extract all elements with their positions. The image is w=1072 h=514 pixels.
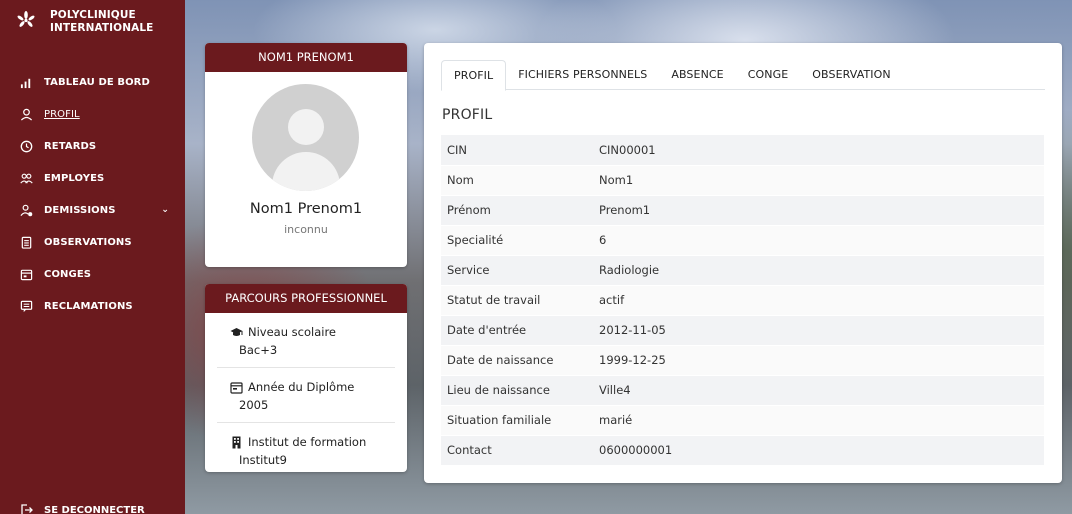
row-key: Situation familiale — [441, 405, 593, 436]
tab-observation[interactable]: OBSERVATION — [800, 60, 902, 90]
sidebar: POLYCLINIQUE INTERNATIONALE TABLEAU DE B… — [0, 0, 185, 514]
row-value: 6 — [593, 225, 1044, 256]
row-key: CIN — [441, 135, 593, 166]
parcours-card-header: PARCOURS PROFESSIONNEL — [205, 284, 407, 313]
logout-icon — [21, 504, 33, 514]
tab-fichiers-personnels[interactable]: FICHIERS PERSONNELS — [506, 60, 659, 90]
tab-absence[interactable]: ABSENCE — [659, 60, 735, 90]
sidebar-item-label: TABLEAU DE BORD — [44, 76, 150, 88]
sidebar-item-conges[interactable]: CONGES — [0, 258, 185, 290]
user-icon — [19, 107, 33, 121]
avatar — [252, 84, 359, 191]
sidebar-item-label: RETARDS — [44, 140, 97, 152]
sidebar-item-retards[interactable]: RETARDS — [0, 130, 185, 162]
parcours-item-value: Institut9 — [239, 453, 287, 467]
brand[interactable]: POLYCLINIQUE INTERNATIONALE — [16, 9, 160, 35]
calendar-icon — [19, 267, 33, 281]
clipboard-icon — [19, 235, 33, 249]
sidebar-item-demissions[interactable]: DEMISSIONS ⌄ — [0, 194, 185, 226]
section-title: PROFIL — [442, 107, 493, 123]
table-row: Lieu de naissance Ville4 — [441, 375, 1044, 406]
row-key: Specialité — [441, 225, 593, 256]
logout-label: SE DECONNECTER — [44, 504, 145, 514]
sidebar-item-label: DEMISSIONS — [44, 204, 116, 216]
row-value: Radiologie — [593, 255, 1044, 286]
tab-bar: PROFIL FICHIERS PERSONNELS ABSENCE CONGE… — [441, 60, 1045, 91]
profile-info-table: CIN CIN00001 Nom Nom1 Prénom Prenom1 Specia… — [441, 135, 1044, 466]
chevron-down-icon: ⌄ — [161, 205, 169, 215]
parcours-item-value: 2005 — [239, 398, 269, 412]
parcours-item-value: Bac+3 — [239, 343, 278, 357]
row-key: Date de naissance — [441, 345, 593, 376]
table-row: Specialité 6 — [441, 225, 1044, 256]
parcours-item-title: Institut de formation — [248, 435, 367, 449]
table-row: Service Radiologie — [441, 255, 1044, 286]
table-row: Prénom Prenom1 — [441, 195, 1044, 226]
table-row: Statut de travail actif — [441, 285, 1044, 316]
row-key: Nom — [441, 165, 593, 196]
sidebar-item-label: OBSERVATIONS — [44, 236, 132, 248]
list-item: Année du Diplôme 2005 — [217, 368, 395, 423]
parcours-list: Niveau scolaire Bac+3 Année du Diplôme 2… — [205, 313, 407, 472]
tab-profil[interactable]: PROFIL — [441, 60, 507, 91]
table-row: CIN CIN00001 — [441, 135, 1044, 166]
parcours-card: PARCOURS PROFESSIONNEL Niveau scolaire B… — [205, 284, 407, 472]
row-key: Date d'entrée — [441, 315, 593, 346]
profile-details-card: PROFIL FICHIERS PERSONNELS ABSENCE CONGE… — [424, 43, 1062, 483]
row-key: Statut de travail — [441, 285, 593, 316]
flower-logo-icon — [17, 11, 35, 27]
row-value: marié — [593, 405, 1044, 436]
profile-card-header: NOM1 PRENOM1 — [205, 43, 407, 72]
sidebar-item-label: EMPLOYES — [44, 172, 105, 184]
row-key: Prénom — [441, 195, 593, 226]
sidebar-item-observations[interactable]: OBSERVATIONS — [0, 226, 185, 258]
sidebar-item-label: RECLAMATIONS — [44, 300, 133, 312]
list-item: Niveau scolaire Bac+3 — [217, 313, 395, 368]
row-key: Lieu de naissance — [441, 375, 593, 406]
row-value: actif — [593, 285, 1044, 316]
table-row: Situation familiale marié — [441, 405, 1044, 436]
parcours-item-title: Année du Diplôme — [248, 380, 355, 394]
table-row: Date d'entrée 2012-11-05 — [441, 315, 1044, 346]
table-row: Contact 0600000001 — [441, 435, 1044, 466]
brand-name: POLYCLINIQUE INTERNATIONALE — [50, 9, 154, 34]
logout-button[interactable]: SE DECONNECTER — [19, 503, 145, 514]
profile-card: NOM1 PRENOM1 Nom1 Prenom1 inconnu — [205, 43, 407, 267]
table-row: Nom Nom1 — [441, 165, 1044, 196]
row-value: 1999-12-25 — [593, 345, 1044, 376]
row-key: Contact — [441, 435, 593, 466]
profile-status: inconnu — [284, 223, 328, 236]
row-value: 2012-11-05 — [593, 315, 1044, 346]
sidebar-item-tableau-de-bord[interactable]: TABLEAU DE BORD — [0, 66, 185, 98]
sidebar-item-employes[interactable]: EMPLOYES — [0, 162, 185, 194]
building-icon — [230, 436, 243, 449]
row-value: Ville4 — [593, 375, 1044, 406]
row-value: Prenom1 — [593, 195, 1044, 226]
user-remove-icon — [19, 203, 33, 217]
calendar-icon — [230, 381, 243, 394]
tab-conge[interactable]: CONGE — [736, 60, 801, 90]
parcours-item-title: Niveau scolaire — [248, 325, 337, 339]
graduation-cap-icon — [230, 326, 243, 339]
row-value: Nom1 — [593, 165, 1044, 196]
row-value: CIN00001 — [593, 135, 1044, 166]
sidebar-item-label: PROFIL — [44, 108, 80, 120]
users-icon — [19, 171, 33, 185]
sidebar-item-profil[interactable]: PROFIL — [0, 98, 185, 130]
row-value: 0600000001 — [593, 435, 1044, 466]
sidebar-item-label: CONGES — [44, 268, 92, 280]
sidebar-nav: TABLEAU DE BORD PROFIL RETARDS EMPLOYES … — [0, 66, 185, 322]
profile-name: Nom1 Prenom1 — [249, 201, 363, 217]
list-item: Institut de formation Institut9 — [217, 423, 395, 472]
sidebar-item-reclamations[interactable]: RECLAMATIONS — [0, 290, 185, 322]
table-row: Date de naissance 1999-12-25 — [441, 345, 1044, 376]
message-icon — [19, 299, 33, 313]
row-key: Service — [441, 255, 593, 286]
bar-chart-icon — [19, 75, 33, 89]
clock-icon — [19, 139, 33, 153]
